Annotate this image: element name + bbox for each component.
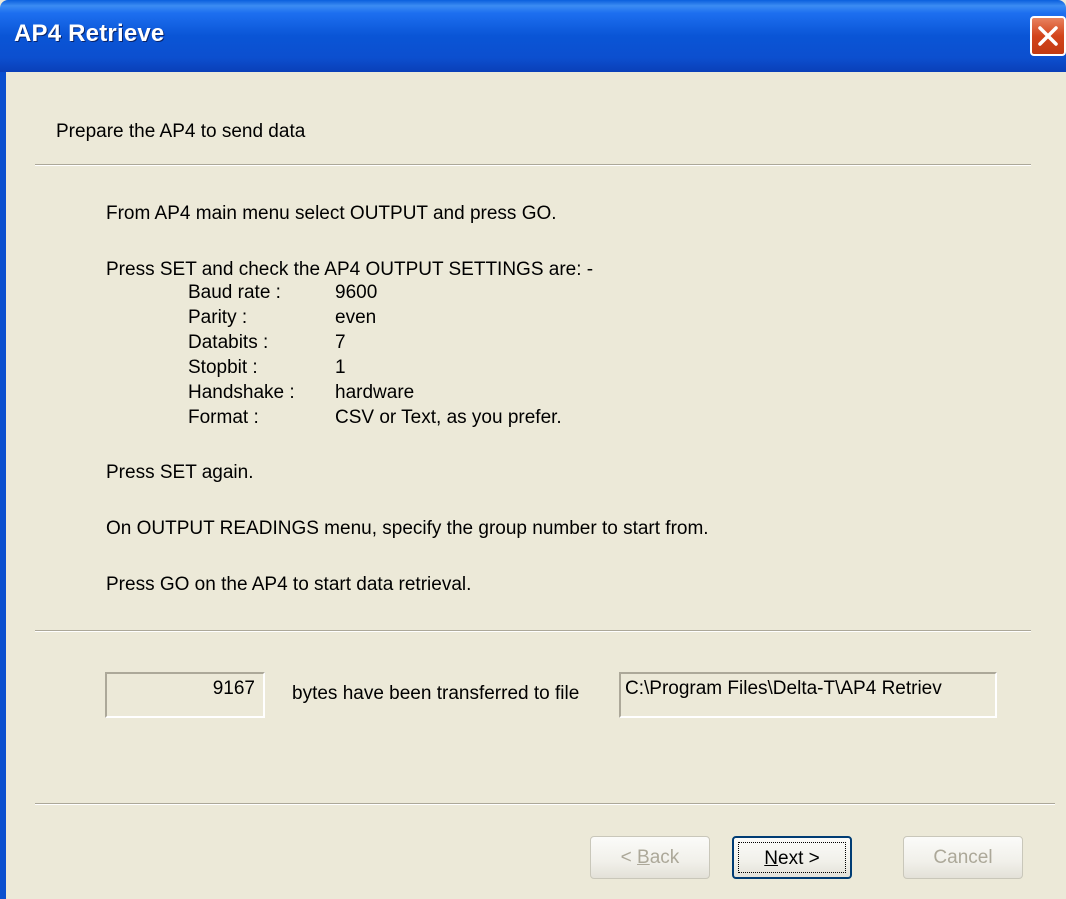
back-button[interactable]: < Back — [590, 836, 710, 879]
bytes-count: 9167 — [212, 678, 255, 699]
dialog-content: Prepare the AP4 to send data From AP4 ma… — [6, 72, 1066, 899]
setting-label: Handshake : — [188, 382, 295, 403]
cancel-button[interactable]: Cancel — [903, 836, 1023, 879]
body-divider — [35, 630, 1031, 632]
instruction-step3: Press SET again. — [106, 462, 254, 483]
setting-value: 7 — [335, 332, 346, 353]
setting-label: Stopbit : — [188, 357, 258, 378]
setting-value: CSV or Text, as you prefer. — [335, 407, 562, 428]
dialog-window: AP4 Retrieve Prepare the AP4 to send dat… — [0, 0, 1066, 899]
page-subtitle: Prepare the AP4 to send data — [56, 121, 306, 142]
setting-label: Parity : — [188, 307, 248, 328]
instruction-step5: Press GO on the AP4 to start data retrie… — [106, 574, 472, 595]
setting-value: 9600 — [335, 282, 378, 303]
instruction-step4: On OUTPUT READINGS menu, specify the gro… — [106, 518, 709, 539]
file-path: C:\Program Files\Delta-T\AP4 Retriev — [625, 678, 942, 699]
close-button[interactable] — [1030, 16, 1066, 56]
title-bar[interactable]: AP4 Retrieve — [0, 0, 1066, 72]
instruction-step1: From AP4 main menu select OUTPUT and pre… — [106, 203, 557, 224]
next-button[interactable]: Next > — [732, 836, 852, 879]
setting-label: Baud rate : — [188, 282, 281, 303]
instruction-step2: Press SET and check the AP4 OUTPUT SETTI… — [106, 259, 594, 280]
window-title: AP4 Retrieve — [14, 20, 165, 47]
setting-label: Format : — [188, 407, 259, 428]
file-path-field: C:\Program Files\Delta-T\AP4 Retriev — [619, 672, 997, 718]
footer-divider — [35, 803, 1055, 805]
setting-value: even — [335, 307, 377, 328]
bytes-count-field: 9167 — [105, 672, 265, 718]
setting-label: Databits : — [188, 332, 269, 353]
close-icon — [1038, 26, 1058, 46]
transfer-label: bytes have been transferred to file — [292, 683, 580, 704]
setting-value: 1 — [335, 357, 346, 378]
header-divider — [35, 164, 1031, 166]
setting-value: hardware — [335, 382, 415, 403]
